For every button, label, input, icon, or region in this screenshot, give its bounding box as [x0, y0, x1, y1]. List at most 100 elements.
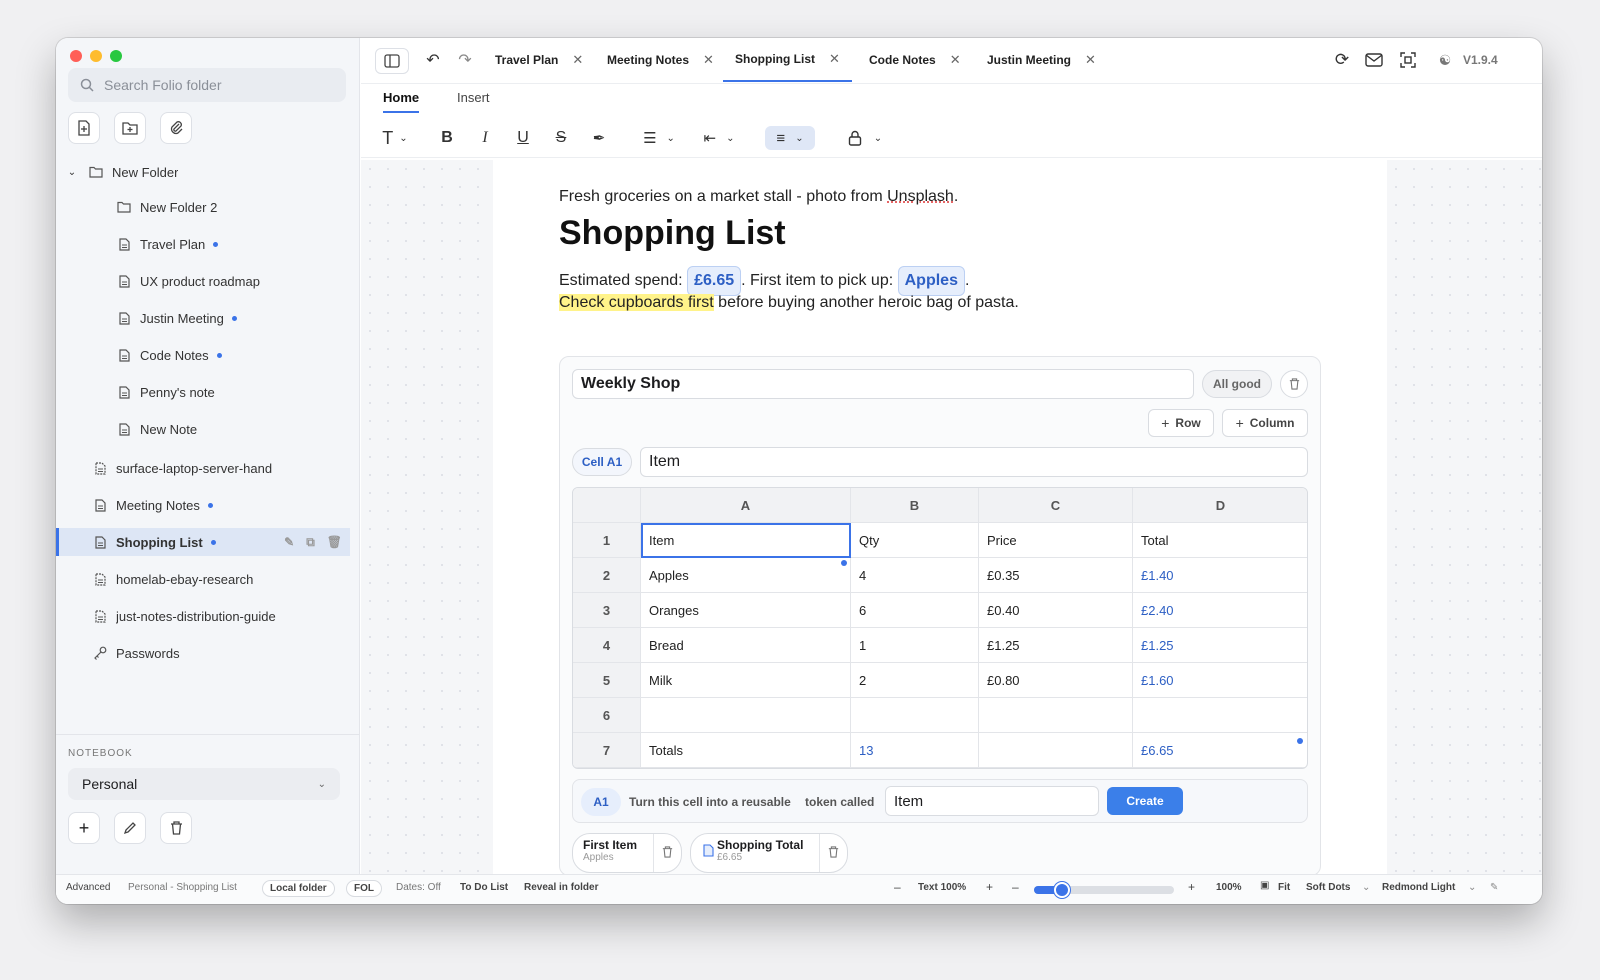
text-zoom-out-button[interactable]: – [894, 880, 901, 894]
tab[interactable]: Shopping List ✕ [723, 38, 852, 82]
sidebar-item[interactable]: UX product roadmap [56, 267, 350, 295]
undo-button[interactable]: ↶ [423, 48, 443, 72]
toggle-sidebar-button[interactable] [375, 48, 409, 74]
grid-corner[interactable] [573, 488, 641, 523]
row-header[interactable]: 4 [573, 628, 641, 663]
tab[interactable]: Code Notes ✕ [869, 38, 961, 82]
zoom-in-button[interactable]: + [1188, 880, 1195, 894]
text-zoom-in-button[interactable]: + [986, 880, 993, 894]
bold-button[interactable]: B [435, 126, 459, 150]
search-input[interactable]: Search Folio folder [68, 68, 346, 102]
grid-cell[interactable]: £0.35 [979, 558, 1133, 593]
collaborators-button[interactable]: ☯ [1433, 48, 1457, 72]
column-header[interactable]: C [979, 488, 1133, 523]
local-folder-button[interactable]: Local folder [262, 880, 335, 897]
grid-cell[interactable]: £1.25 [979, 628, 1133, 663]
add-row-button[interactable]: + Row [1148, 409, 1214, 437]
redo-button[interactable]: ↷ [455, 48, 475, 72]
new-folder-button[interactable] [114, 112, 146, 144]
grid-cell[interactable] [979, 698, 1133, 733]
create-token-button[interactable]: Create [1107, 787, 1183, 815]
sidebar-item[interactable]: New Note [56, 415, 350, 443]
grid-cell[interactable]: Totals [641, 733, 851, 768]
copy-icon[interactable]: ⧉ [306, 535, 315, 550]
indent-button[interactable]: ⇤ ⌄ [697, 126, 741, 150]
sidebar-item[interactable]: Meeting Notes [56, 491, 350, 519]
trash-icon[interactable] [662, 846, 673, 858]
grid-cell[interactable] [1133, 698, 1307, 733]
grid-cell[interactable] [979, 733, 1133, 768]
grid-cell[interactable]: Price [979, 523, 1133, 558]
sidebar-item[interactable]: Code Notes [56, 341, 350, 369]
lock-button[interactable]: ⌄ [845, 126, 885, 150]
fol-button[interactable]: FOL [346, 880, 382, 897]
attach-button[interactable] [160, 112, 192, 144]
grid-cell[interactable]: Oranges [641, 593, 851, 628]
grid-cell[interactable]: 6 [851, 593, 979, 628]
token-shopping-total[interactable]: Shopping Total £6.65 [690, 833, 848, 873]
row-header[interactable]: 1 [573, 523, 641, 558]
todo-link[interactable]: To Do List [460, 882, 508, 893]
sidebar-item[interactable]: just-notes-distribution-guide [56, 602, 350, 630]
underline-button[interactable]: U [511, 126, 535, 150]
close-icon[interactable]: ✕ [572, 52, 583, 68]
grid-cell[interactable]: Item [641, 523, 851, 558]
close-icon[interactable]: ✕ [703, 52, 714, 68]
mail-button[interactable] [1363, 48, 1385, 72]
caption-link[interactable]: Unsplash [887, 188, 954, 205]
row-header[interactable]: 3 [573, 593, 641, 628]
first-item-token[interactable]: Apples [897, 266, 965, 296]
text-style-button[interactable]: T ⌄ [375, 126, 415, 150]
trash-icon[interactable] [828, 846, 839, 858]
reveal-in-folder-link[interactable]: Reveal in folder [524, 882, 598, 893]
close-icon[interactable]: ✕ [1085, 52, 1096, 68]
tab[interactable]: Justin Meeting ✕ [987, 38, 1096, 82]
sidebar-item[interactable]: Passwords [56, 639, 350, 667]
dates-toggle[interactable]: Dates: Off [396, 882, 441, 893]
pencil-icon[interactable]: ✎ [284, 535, 294, 550]
focus-button[interactable] [1397, 48, 1419, 72]
row-header[interactable]: 5 [573, 663, 641, 698]
sheet-name-input[interactable]: Weekly Shop [572, 369, 1194, 399]
grid-cell[interactable]: £0.80 [979, 663, 1133, 698]
grid-cell[interactable] [851, 698, 979, 733]
fit-button[interactable]: Fit [1278, 882, 1290, 893]
add-notebook-button[interactable]: + [68, 812, 100, 844]
grid-cell[interactable]: 2 [851, 663, 979, 698]
italic-button[interactable]: I [473, 126, 497, 150]
document-page[interactable]: Fresh groceries on a market stall - phot… [493, 160, 1387, 874]
column-header[interactable]: B [851, 488, 979, 523]
zoom-out-button[interactable]: – [1012, 880, 1019, 894]
column-header[interactable]: A [641, 488, 851, 523]
pencil-icon[interactable]: ✎ [1490, 882, 1498, 893]
delete-sheet-button[interactable] [1280, 370, 1308, 398]
grid-cell[interactable]: Milk [641, 663, 851, 698]
close-icon[interactable]: ✕ [950, 52, 961, 68]
theme-select[interactable]: Redmond Light [1382, 882, 1455, 893]
sidebar-item[interactable]: Shopping List ✎ ⧉ 🗑 [56, 528, 350, 556]
spend-token[interactable]: £6.65 [687, 266, 742, 296]
sidebar-item[interactable]: Penny's note [56, 378, 350, 406]
zoom-window-button[interactable] [110, 50, 122, 62]
background-style-select[interactable]: Soft Dots [1306, 882, 1350, 893]
grid-cell[interactable]: £1.60 [1133, 663, 1307, 698]
grid-cell[interactable]: 1 [851, 628, 979, 663]
delete-notebook-button[interactable] [160, 812, 192, 844]
grid-cell[interactable]: £1.40 [1133, 558, 1307, 593]
sidebar-item[interactable]: Travel Plan [56, 230, 350, 258]
fill-handle[interactable] [841, 560, 847, 566]
trash-icon[interactable]: 🗑 [327, 535, 342, 550]
new-note-button[interactable] [68, 112, 100, 144]
close-window-button[interactable] [70, 50, 82, 62]
chevron-down-icon[interactable]: ⌄ [66, 167, 78, 178]
align-button[interactable]: ≡ ⌄ [765, 126, 815, 150]
sync-button[interactable]: ⟳ [1331, 48, 1353, 72]
sidebar-item[interactable]: ⌄ New Folder [56, 158, 350, 186]
token-name-input[interactable]: Item [885, 786, 1099, 816]
token-first-item[interactable]: First Item Apples [572, 833, 682, 873]
sidebar-item[interactable]: Justin Meeting [56, 304, 350, 332]
sidebar-item[interactable]: surface-laptop-server-hand [56, 454, 350, 482]
tab[interactable]: Meeting Notes ✕ [607, 38, 714, 82]
grid-cell[interactable]: Apples [641, 558, 851, 593]
sidebar-item[interactable]: homelab-ebay-research [56, 565, 350, 593]
